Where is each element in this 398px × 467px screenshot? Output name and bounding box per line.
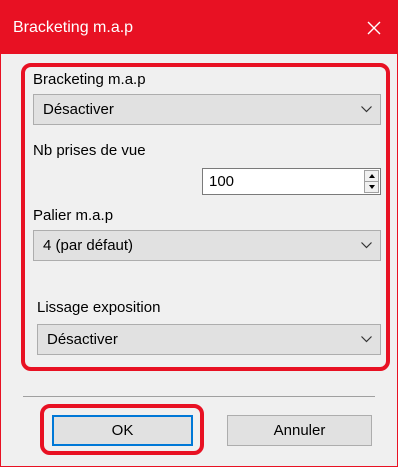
step-select[interactable]: 4 (par défaut) <box>33 230 381 261</box>
title-bar: Bracketing m.a.p <box>1 1 397 54</box>
shots-label: Nb prises de vue <box>33 142 146 159</box>
stepper-up-button[interactable] <box>365 171 378 182</box>
shots-stepper[interactable]: 100 <box>202 168 381 195</box>
close-button[interactable] <box>351 1 397 54</box>
chevron-down-icon <box>361 95 372 124</box>
ok-button[interactable]: OK <box>52 415 193 446</box>
close-icon <box>367 21 381 34</box>
bracketing-label: Bracketing m.a.p <box>33 71 146 88</box>
smoothing-select[interactable]: Désactiver <box>37 324 381 355</box>
step-label: Palier m.a.p <box>33 207 114 224</box>
smoothing-select-value: Désactiver <box>47 331 118 348</box>
smoothing-label: Lissage exposition <box>37 299 161 316</box>
chevron-down-icon <box>361 231 372 260</box>
chevron-down-icon <box>361 325 372 354</box>
arrow-up-icon <box>368 174 375 178</box>
stepper-buttons <box>364 170 379 193</box>
window-title: Bracketing m.a.p <box>13 19 134 36</box>
bracketing-select-value: Désactiver <box>43 101 114 118</box>
shots-value: 100 <box>209 173 235 190</box>
arrow-down-icon <box>368 185 375 189</box>
dialog-window: Bracketing m.a.p Bracketing m.a.p Désact… <box>0 0 398 467</box>
divider <box>23 396 375 397</box>
cancel-button[interactable]: Annuler <box>227 415 372 446</box>
stepper-down-button[interactable] <box>365 182 378 192</box>
step-select-value: 4 (par défaut) <box>43 237 134 254</box>
bracketing-select[interactable]: Désactiver <box>33 94 381 125</box>
